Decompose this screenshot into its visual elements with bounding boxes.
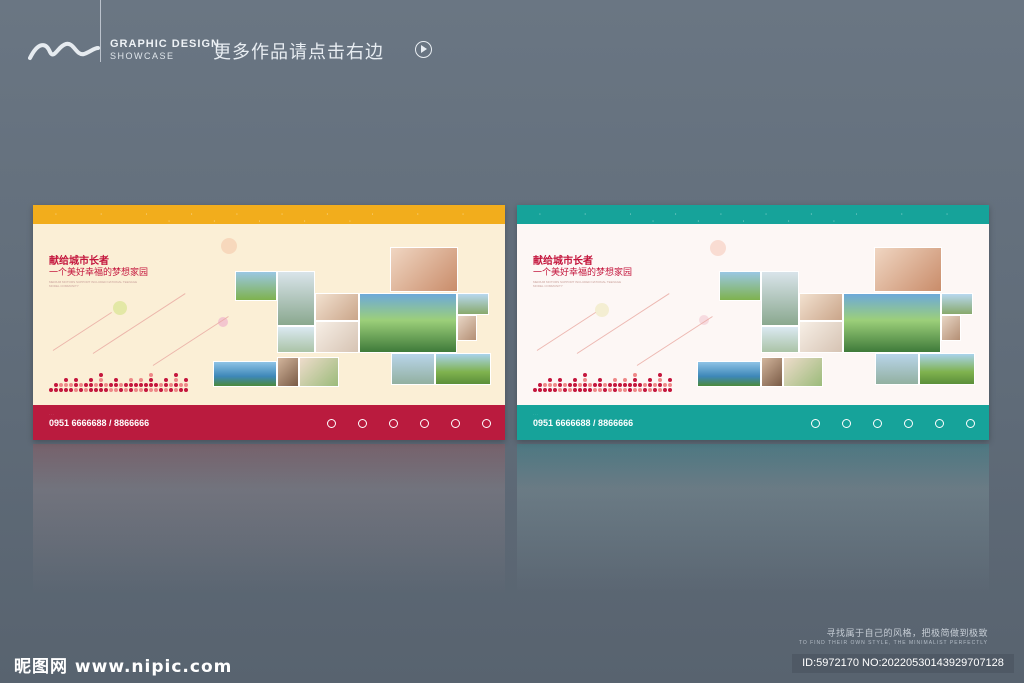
- board-top-bar: · · · · · · · · · · · · · · ·: [33, 205, 505, 225]
- contact-phone: 0951 6666688 / 8866666: [49, 418, 150, 428]
- diagonal-line: [636, 316, 713, 366]
- play-icon[interactable]: [415, 41, 432, 58]
- photo-apartments: [391, 353, 435, 385]
- photo-garden: [359, 293, 457, 353]
- top-bar-pattern: · · · · · · · · · · · · · · ·: [54, 211, 484, 225]
- dot-bar-graphic: [533, 373, 672, 392]
- brand-logo-icon: [28, 41, 100, 60]
- board-bottom-bar: · · · 0951 6666688 / 8866666: [517, 405, 989, 440]
- board-bottom-bar: · · · 0951 6666688 / 8866666: [33, 405, 505, 440]
- feature-icon: [873, 419, 882, 428]
- image-id-box: ID:5972170 NO:20220530143929707128: [792, 654, 1014, 673]
- photo-park: [719, 271, 761, 301]
- photo-hands: [390, 247, 458, 292]
- photo-lake: [213, 361, 277, 387]
- dot-bar-graphic: [49, 373, 188, 392]
- brand-subtitle: SHOWCASE: [110, 51, 175, 61]
- feature-icon: [842, 419, 851, 428]
- contact-label: · · ·: [533, 412, 538, 416]
- feature-icon: [811, 419, 820, 428]
- footer-slogan-english: TO FIND THEIR OWN STYLE, THE MINIMALIST …: [798, 640, 988, 646]
- photo-grandparents: [299, 357, 339, 387]
- photo-tower: [941, 293, 973, 315]
- more-works-link[interactable]: 更多作品请点击右边: [213, 38, 384, 64]
- header-divider: [100, 0, 101, 62]
- feature-icon: [451, 419, 460, 428]
- feature-icons: [327, 419, 491, 428]
- board-top-bar: · · · · · · · · · · · · · · ·: [517, 205, 989, 225]
- photo-tree-park: [919, 353, 975, 385]
- photo-park: [235, 271, 277, 301]
- feature-icons: [811, 419, 975, 428]
- photo-complex: [277, 326, 315, 353]
- photo-complex: [761, 326, 799, 353]
- feature-icon: [482, 419, 491, 428]
- photo-hands: [874, 247, 942, 292]
- top-bar-pattern: · · · · · · · · · · · · · · ·: [538, 211, 968, 225]
- photo-garden: [843, 293, 941, 353]
- board-subtitle: 一个美好幸福的梦想家园: [49, 268, 149, 278]
- footer-slogan: 寻找属于自己的风格，把极简做到极致: [826, 629, 988, 639]
- photo-couple: [799, 293, 843, 321]
- brand-title: GRAPHIC DESIGN: [110, 38, 220, 50]
- diagonal-line: [152, 316, 229, 366]
- photo-tree-park: [435, 353, 491, 385]
- showcase-board-teal[interactable]: · · · · · · · · · · · · · · · 献给城市长者 一个美…: [517, 205, 989, 440]
- feature-icon: [420, 419, 429, 428]
- feature-icon: [389, 419, 398, 428]
- board-reflection: [33, 444, 505, 594]
- feature-icon: [935, 419, 944, 428]
- showcase-board-warm[interactable]: · · · · · · · · · · · · · · · 献给城市长者 一个美…: [33, 205, 505, 440]
- diagonal-line: [576, 293, 670, 354]
- board-reflection: [517, 444, 989, 594]
- photo-seniors: [277, 357, 299, 387]
- board-english-text: MEDIUM MOTORS SUPPORT INCLUDED NATIONAL …: [49, 280, 138, 288]
- photo-tower: [457, 293, 489, 315]
- photo-nurse: [315, 321, 359, 353]
- contact-label: · · ·: [49, 412, 54, 416]
- decor-circle: [595, 303, 609, 317]
- board-english-text: MEDIUM MOTORS SUPPORT INCLUDED NATIONAL …: [533, 280, 622, 288]
- feature-icon: [327, 419, 336, 428]
- contact-phone: 0951 6666688 / 8866666: [533, 418, 634, 428]
- site-watermark: 昵图网 www.nipic.com: [14, 657, 233, 677]
- feature-icon: [966, 419, 975, 428]
- photo-elder: [941, 315, 961, 341]
- board-subtitle: 一个美好幸福的梦想家园: [533, 268, 633, 278]
- feature-icon: [904, 419, 913, 428]
- decor-circle: [221, 238, 237, 254]
- photo-elder: [457, 315, 477, 341]
- photo-nurse: [799, 321, 843, 353]
- photo-couple: [315, 293, 359, 321]
- photo-grandparents: [783, 357, 823, 387]
- photo-lake: [697, 361, 761, 387]
- decor-circle: [710, 240, 726, 256]
- photo-building: [277, 271, 315, 326]
- feature-icon: [358, 419, 367, 428]
- photo-seniors: [761, 357, 783, 387]
- photo-building: [761, 271, 799, 326]
- decor-circle: [113, 301, 127, 315]
- diagonal-line: [92, 293, 186, 354]
- photo-apartments: [875, 353, 919, 385]
